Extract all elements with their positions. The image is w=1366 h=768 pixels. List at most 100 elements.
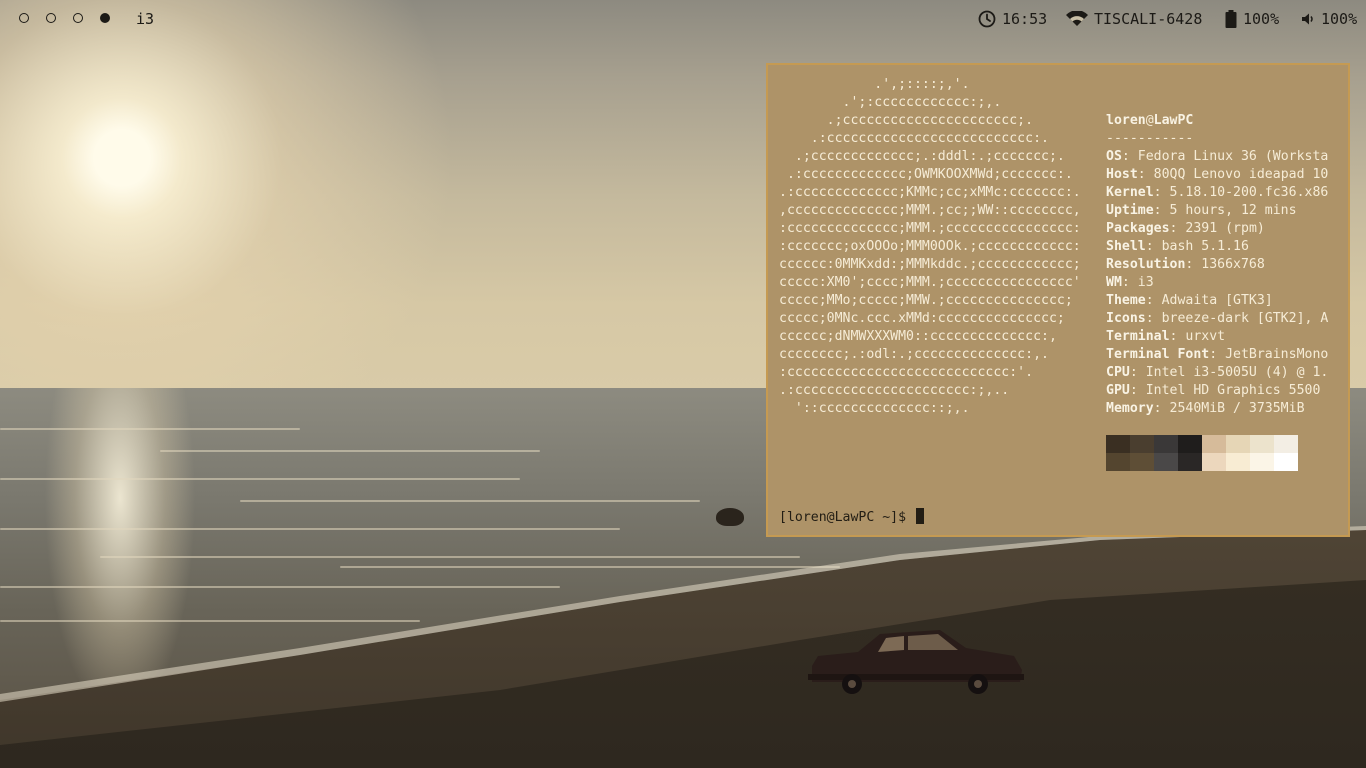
info-key: Memory bbox=[1106, 401, 1154, 416]
info-row: Resolution: 1366x768 bbox=[1106, 256, 1342, 274]
info-value: i3 bbox=[1137, 275, 1154, 290]
volume-module: 100% bbox=[1301, 10, 1357, 28]
info-value: urxvt bbox=[1185, 329, 1226, 344]
info-separator: : bbox=[1209, 347, 1226, 362]
info-row: Memory: 2540MiB / 3735MiB bbox=[1106, 400, 1342, 418]
workspace-3-indicator[interactable] bbox=[73, 13, 83, 23]
text-cursor bbox=[916, 508, 924, 524]
info-separator: : bbox=[1137, 167, 1154, 182]
shell-prompt: [loren@LawPC ~]$ bbox=[779, 510, 907, 525]
info-row: Terminal: urxvt bbox=[1106, 328, 1342, 346]
info-key: Resolution bbox=[1106, 257, 1186, 272]
window-manager-label: i3 bbox=[136, 10, 155, 28]
info-value: Intel HD Graphics 5500 bbox=[1145, 383, 1321, 398]
neofetch-info: loren@LawPC ----------- OS: Fedora Linux… bbox=[1106, 112, 1342, 418]
info-row: WM: i3 bbox=[1106, 274, 1342, 292]
color-swatch bbox=[1178, 435, 1202, 453]
info-row: Terminal Font: JetBrainsMono bbox=[1106, 346, 1342, 364]
color-swatch bbox=[1250, 435, 1274, 453]
info-separator: : bbox=[1169, 221, 1186, 236]
info-separator: : bbox=[1121, 149, 1138, 164]
hostname: LawPC bbox=[1153, 113, 1194, 128]
color-swatch bbox=[1106, 435, 1130, 453]
info-separator: : bbox=[1145, 293, 1162, 308]
info-value: Fedora Linux 36 (Worksta bbox=[1137, 149, 1329, 164]
info-key: Icons bbox=[1106, 311, 1146, 326]
info-row: Icons: breeze-dark [GTK2], A bbox=[1106, 310, 1342, 328]
info-key: Theme bbox=[1106, 293, 1146, 308]
wifi-ssid: TISCALI-6428 bbox=[1094, 10, 1203, 28]
color-palette bbox=[1106, 435, 1298, 471]
color-swatch bbox=[1274, 435, 1298, 453]
info-row: Packages: 2391 (rpm) bbox=[1106, 220, 1342, 238]
info-value: 1366x768 bbox=[1201, 257, 1265, 272]
info-value: 80QQ Lenovo ideapad 10 bbox=[1153, 167, 1329, 182]
color-swatch bbox=[1130, 435, 1154, 453]
car-image bbox=[808, 630, 1024, 694]
info-key: Kernel bbox=[1106, 185, 1154, 200]
info-key: Terminal bbox=[1106, 329, 1170, 344]
info-separator: : bbox=[1185, 257, 1202, 272]
i3-status-bar: i3 16:53 TISCALI-6428 100% 100% bbox=[0, 0, 1366, 38]
color-swatch bbox=[1250, 453, 1274, 471]
workspace-2-indicator[interactable] bbox=[46, 13, 56, 23]
color-swatch bbox=[1226, 453, 1250, 471]
color-swatch bbox=[1130, 453, 1154, 471]
info-key: Terminal Font bbox=[1106, 347, 1210, 362]
shell-prompt-line[interactable]: [loren@LawPC ~]$ bbox=[779, 508, 924, 527]
info-separator: : bbox=[1153, 203, 1170, 218]
info-separator: : bbox=[1145, 239, 1162, 254]
wifi-icon bbox=[1066, 11, 1088, 26]
at-sign: @ bbox=[1145, 113, 1154, 128]
info-separator: : bbox=[1169, 329, 1186, 344]
info-row: Uptime: 5 hours, 12 mins bbox=[1106, 202, 1342, 220]
battery-level: 100% bbox=[1243, 10, 1280, 28]
info-value: 5.18.10-200.fc36.x86 bbox=[1169, 185, 1329, 200]
fedora-ascii-logo: .',;::::;,'. .';:cccccccccccc:;,. .;cccc… bbox=[779, 77, 1081, 416]
workspace-1-indicator[interactable] bbox=[19, 13, 29, 23]
info-separator: : bbox=[1145, 311, 1162, 326]
info-separator: : bbox=[1153, 401, 1170, 416]
info-value: 2391 (rpm) bbox=[1185, 221, 1265, 236]
info-divider: ----------- bbox=[1106, 131, 1194, 146]
info-value: 5 hours, 12 mins bbox=[1169, 203, 1297, 218]
info-separator: : bbox=[1129, 365, 1146, 380]
info-key: WM bbox=[1106, 275, 1122, 290]
info-row: Shell: bash 5.1.16 bbox=[1106, 238, 1342, 256]
info-value: bash 5.1.16 bbox=[1161, 239, 1249, 254]
info-key: CPU bbox=[1106, 365, 1130, 380]
wifi-module: TISCALI-6428 bbox=[1066, 10, 1202, 28]
info-key: OS bbox=[1106, 149, 1122, 164]
color-swatch bbox=[1154, 453, 1178, 471]
info-key: Shell bbox=[1106, 239, 1146, 254]
info-row: OS: Fedora Linux 36 (Worksta bbox=[1106, 148, 1342, 166]
color-swatch bbox=[1178, 453, 1202, 471]
battery-module: 100% bbox=[1225, 10, 1279, 28]
info-separator: : bbox=[1121, 275, 1138, 290]
clock-time: 16:53 bbox=[1002, 10, 1048, 28]
color-swatch bbox=[1154, 435, 1178, 453]
info-key: Host bbox=[1106, 167, 1138, 182]
info-value: 2540MiB / 3735MiB bbox=[1169, 401, 1305, 416]
info-row: CPU: Intel i3-5005U (4) @ 1. bbox=[1106, 364, 1342, 382]
color-swatch bbox=[1202, 435, 1226, 453]
volume-icon bbox=[1302, 13, 1313, 25]
color-swatch bbox=[1106, 453, 1130, 471]
info-rows: OS: Fedora Linux 36 (Worksta Host: 80QQ L… bbox=[1106, 148, 1342, 418]
color-swatch bbox=[1202, 453, 1226, 471]
terminal-window[interactable]: .',;::::;,'. .';:cccccccccccc:;,. .;cccc… bbox=[766, 63, 1350, 537]
info-value: Intel i3-5005U (4) @ 1. bbox=[1145, 365, 1329, 380]
info-row: Kernel: 5.18.10-200.fc36.x86 bbox=[1106, 184, 1342, 202]
workspace-4-indicator[interactable] bbox=[100, 13, 110, 23]
info-row: GPU: Intel HD Graphics 5500 bbox=[1106, 382, 1342, 400]
info-value: breeze-dark [GTK2], A bbox=[1161, 311, 1329, 326]
battery-icon bbox=[1225, 10, 1237, 28]
info-row: Host: 80QQ Lenovo ideapad 10 bbox=[1106, 166, 1342, 184]
info-value: JetBrainsMono bbox=[1225, 347, 1329, 362]
info-value: Adwaita [GTK3] bbox=[1161, 293, 1273, 308]
color-swatch bbox=[1226, 435, 1250, 453]
username: loren bbox=[1106, 113, 1146, 128]
volume-level: 100% bbox=[1321, 10, 1358, 28]
info-key: Uptime bbox=[1106, 203, 1154, 218]
info-row: Theme: Adwaita [GTK3] bbox=[1106, 292, 1342, 310]
